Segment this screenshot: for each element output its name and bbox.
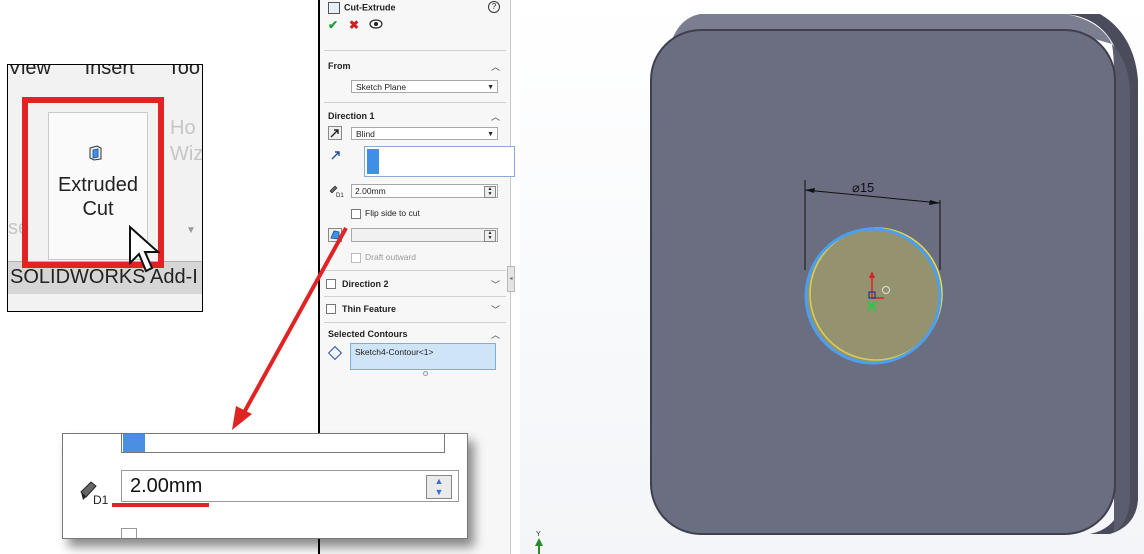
panel-collapse-handle[interactable]: ◂ (507, 266, 515, 292)
reverse-arrow-icon (330, 129, 339, 138)
menu-view[interactable]: View (8, 65, 51, 79)
chevron-up-icon[interactable]: ︿ (491, 328, 500, 341)
help-icon[interactable]: ? (488, 1, 500, 13)
ok-icon[interactable]: ✔ (328, 18, 338, 32)
draft-outward-checkbox[interactable] (351, 253, 361, 263)
cut-extrude-icon (328, 2, 340, 14)
from-dropdown[interactable]: Sketch Plane ▼ (351, 80, 498, 93)
preview-eye-icon[interactable] (369, 19, 383, 29)
cancel-icon[interactable]: ✖ (349, 18, 359, 32)
separator (324, 322, 506, 323)
list-item[interactable]: Sketch4-Contour<1> (355, 347, 433, 357)
section-selected-contours-label[interactable]: Selected Contours (328, 329, 408, 339)
thin-feature-checkbox[interactable] (326, 304, 336, 314)
direction-arrow-icon (331, 151, 340, 160)
tab-solidworks-addins[interactable]: SOLIDWORKS Add-I (10, 266, 198, 289)
model-view: ⌀15 Y (535, 14, 1138, 554)
flip-side-checkbox[interactable] (351, 209, 361, 219)
draft-outward-label: Draft outward (365, 252, 417, 262)
separator (324, 102, 506, 103)
svg-text:D1: D1 (93, 493, 109, 506)
depth-dimension-icon: D1 (80, 481, 109, 506)
flip-side-label: Flip side to cut (365, 208, 420, 218)
svg-text:D1: D1 (336, 193, 344, 198)
section-direction1-label[interactable]: Direction 1 (328, 111, 375, 121)
resize-handle[interactable] (423, 371, 428, 376)
section-direction2-label[interactable]: Direction 2 (342, 279, 389, 289)
zoomed-selection-box (121, 434, 445, 453)
draft-button[interactable] (328, 228, 342, 242)
chevron-down-icon[interactable]: ﹀ (491, 278, 500, 291)
chevron-up-icon[interactable]: ︿ (491, 60, 500, 73)
ribbon-crop: View Insert Too se Extruded Cut Ho Wiza … (7, 64, 203, 312)
zoomed-depth-input[interactable]: 2.00mm ▲ ▼ (121, 470, 459, 502)
depth-underline (112, 503, 209, 507)
zoomed-depth-value: 2.00mm (130, 475, 203, 497)
chevron-down-icon[interactable]: ﹀ (491, 303, 500, 316)
chevron-up-icon[interactable]: ︿ (491, 110, 500, 123)
pm-title: Cut-Extrude (328, 2, 396, 14)
chevron-down-icon: ▼ (487, 131, 494, 138)
zoomed-selection-swatch (123, 434, 145, 452)
menu-tools[interactable]: Too (168, 65, 200, 79)
dropdown-arrow-icon[interactable]: ▼ (186, 225, 196, 236)
hole-wizard-button[interactable]: Ho Wiza (170, 115, 203, 167)
reverse-direction-button[interactable] (328, 126, 342, 140)
separator (324, 296, 506, 297)
separator (324, 270, 506, 271)
hole-wizard-label-line1: Ho (170, 117, 196, 139)
contour-diamond-icon (327, 345, 343, 361)
direction-selection-box[interactable] (364, 146, 515, 177)
zoomed-checkbox (121, 528, 137, 538)
section-thin-feature-label[interactable]: Thin Feature (342, 304, 396, 314)
draft-icon (330, 230, 340, 240)
diameter-dimension-label: ⌀15 (852, 180, 874, 195)
end-condition-dropdown[interactable]: Blind ▼ (351, 127, 498, 140)
section-from-label[interactable]: From (328, 61, 351, 71)
zoom-callout: D1 2.00mm ▲ ▼ (62, 433, 468, 539)
selected-contours-list[interactable]: Sketch4-Contour<1> (350, 343, 496, 370)
spin-arrows-icon[interactable]: ▲ ▼ (426, 475, 452, 499)
mouse-cursor-icon (129, 225, 161, 273)
depth-dimension-icon: D1 (329, 185, 344, 198)
hole-wizard-label-line2: Wiza (170, 143, 203, 165)
graphics-area[interactable]: ⌀15 Y (520, 0, 1144, 554)
depth-input[interactable]: 2.00mm ▲ ▼ (351, 184, 498, 198)
separator (324, 50, 506, 51)
coordinate-triad-icon: Y (535, 531, 543, 554)
selected-contour-circle (804, 227, 942, 365)
triad-y-label: Y (536, 531, 541, 538)
menu-bar: View Insert Too (8, 65, 202, 83)
spin-arrows-icon[interactable]: ▲ ▼ (484, 230, 496, 242)
menu-insert[interactable]: Insert (85, 65, 135, 79)
chevron-down-icon: ▼ (487, 84, 494, 91)
direction2-checkbox[interactable] (326, 279, 336, 289)
spin-arrows-icon[interactable]: ▲ ▼ (484, 186, 496, 198)
draft-angle-input[interactable]: ▲ ▼ (351, 228, 498, 242)
